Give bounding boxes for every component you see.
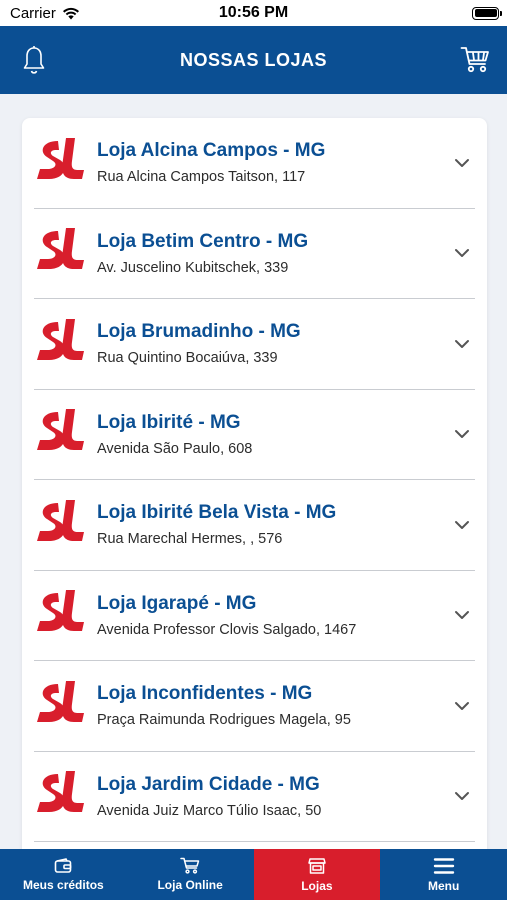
store-icon	[308, 857, 326, 874]
store-row[interactable]: Loja Inconfidentes - MG Praça Raimunda Ro…	[34, 661, 475, 752]
store-text: Loja Ibirité - MG Avenida São Paulo, 608	[97, 412, 453, 457]
store-row[interactable]: Loja Brumadinho - MG Rua Quintino Bocaiúv…	[34, 299, 475, 390]
chevron-down-icon[interactable]	[453, 335, 471, 353]
store-address: Avenida Juiz Marco Túlio Isaac, 50	[97, 802, 322, 819]
notifications-button[interactable]	[14, 40, 54, 80]
app-header: NOSSAS LOJAS	[0, 26, 507, 94]
nav-lojas[interactable]: Lojas	[253, 849, 381, 900]
cart-button[interactable]	[455, 40, 495, 80]
store-name: Loja Betim Centro - MG	[97, 230, 309, 252]
chevron-down-icon[interactable]	[453, 606, 471, 624]
nav-label: Menu	[427, 878, 460, 893]
nav-meus-creditos[interactable]: Meus créditos	[0, 849, 127, 900]
store-name: Loja Alcina Campos - MG	[97, 140, 326, 162]
store-name: Loja Igarapé - MG	[97, 592, 257, 614]
chevron-down-icon[interactable]	[453, 244, 471, 262]
store-row[interactable]: Loja Jardim Cidade - MG Avenida Juiz Marc…	[34, 752, 475, 842]
store-address: Rua Alcina Campos Taitson, 117	[97, 169, 306, 186]
page-title: NOSSAS LOJAS	[179, 49, 328, 70]
store-row[interactable]: Loja Ibirité Bela Vista - MG Rua Marechal…	[34, 480, 475, 571]
chevron-down-icon[interactable]	[453, 425, 471, 443]
store-text: Loja Inconfidentes - MG Praça Raimunda Ro…	[97, 683, 453, 728]
store-text: Loja Jardim Cidade - MG Avenida Juiz Marc…	[97, 774, 453, 819]
store-name: Loja Inconfidentes - MG	[97, 683, 313, 705]
store-name: Loja Ibirité - MG	[97, 411, 241, 433]
store-row[interactable]: Loja Ibirité - MG Avenida São Paulo, 608	[34, 390, 475, 480]
store-address: Rua Quintino Bocaiúva, 339	[97, 350, 278, 367]
nav-label: Meus créditos	[23, 877, 104, 892]
bell-icon	[23, 46, 45, 74]
nav-label: Loja Online	[157, 878, 223, 892]
store-address: Rua Marechal Hermes, , 576	[97, 531, 283, 548]
store-text: Loja Alcina Campos - MG Rua Alcina Campos…	[97, 140, 453, 185]
store-row[interactable]: Loja Igarapé - MG Avenida Professor Clovi…	[34, 571, 475, 661]
store-address: Praça Raimunda Rodrigues Magela, 95	[97, 712, 351, 729]
status-left: Carrier	[10, 5, 80, 22]
store-name: Loja Jardim Cidade - MG	[97, 773, 320, 795]
cart-icon	[180, 857, 200, 874]
store-logo-icon	[34, 771, 88, 821]
store-address: Av. Juscelino Kubitschek, 339	[97, 259, 289, 276]
chevron-down-icon[interactable]	[453, 516, 471, 534]
stores-content: Loja Alcina Campos - MG Rua Alcina Campos…	[0, 94, 507, 849]
store-logo-icon	[34, 499, 88, 550]
nav-label: Lojas	[301, 878, 333, 893]
wallet-icon	[55, 857, 72, 873]
carrier-label: Carrier	[10, 4, 56, 22]
battery-icon	[472, 6, 502, 20]
store-text: Loja Ibirité Bela Vista - MG Rua Marechal…	[97, 502, 453, 547]
cart-icon	[460, 47, 489, 73]
store-row[interactable]: Loja Betim Centro - MG Av. Juscelino Kubi…	[34, 209, 475, 299]
nav-menu[interactable]: Menu	[380, 849, 507, 900]
store-logo-icon	[34, 228, 88, 278]
store-name: Loja Brumadinho - MG	[97, 321, 301, 343]
store-address: Avenida Professor Clovis Salgado, 1467	[97, 621, 357, 638]
status-bar: Carrier 10:56 PM	[0, 0, 507, 26]
stores-list: Loja Alcina Campos - MG Rua Alcina Campos…	[22, 118, 487, 849]
hamburger-icon	[433, 857, 454, 874]
store-name: Loja Ibirité Bela Vista - MG	[97, 502, 337, 524]
store-text: Loja Brumadinho - MG Rua Quintino Bocaiúv…	[97, 321, 453, 366]
store-row[interactable]: Loja Alcina Campos - MG Rua Alcina Campos…	[34, 118, 475, 209]
store-logo-icon	[34, 409, 88, 459]
wifi-icon	[62, 7, 79, 19]
bottom-nav: Meus créditos Loja Online Lojas Menu	[0, 849, 507, 900]
nav-loja-online[interactable]: Loja Online	[127, 849, 254, 900]
store-logo-icon	[34, 680, 88, 731]
store-logo-icon	[34, 137, 88, 188]
store-logo-icon	[34, 318, 88, 369]
store-text: Loja Betim Centro - MG Av. Juscelino Kubi…	[97, 231, 453, 276]
chevron-down-icon[interactable]	[453, 154, 471, 172]
store-logo-icon	[34, 590, 88, 640]
store-address: Avenida São Paulo, 608	[97, 440, 253, 457]
chevron-down-icon[interactable]	[453, 787, 471, 805]
store-text: Loja Igarapé - MG Avenida Professor Clovi…	[97, 593, 453, 638]
chevron-down-icon[interactable]	[453, 697, 471, 715]
